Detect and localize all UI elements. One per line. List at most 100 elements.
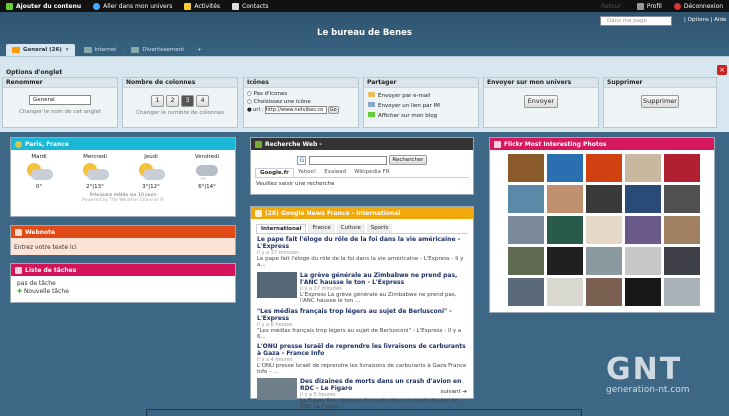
- google-news-widget: (28) Google News France - International …: [250, 206, 474, 410]
- tab-internet[interactable]: Internet: [77, 44, 123, 56]
- universe-link[interactable]: Aller dans mon univers: [93, 2, 172, 10]
- news-item[interactable]: L'ONU presse Israël de reprendre les liv…: [257, 343, 467, 375]
- tab-international[interactable]: International: [256, 224, 307, 233]
- engine-tab-exalead[interactable]: Exalead: [320, 168, 350, 177]
- google-news-header[interactable]: (28) Google News France - International: [251, 207, 473, 219]
- news-list: Le pape fait l'éloge du rôle de la foi d…: [251, 236, 473, 410]
- news-item[interactable]: La grève générale au Zimbabwe ne prend p…: [257, 272, 467, 304]
- share-email-link[interactable]: Envoyer par e-mail: [368, 91, 478, 101]
- no-icon-radio[interactable]: ○ Pas d'icones: [247, 90, 358, 98]
- share-box: Partager Envoyer par e-mail Envoyer un l…: [363, 77, 479, 128]
- delete-button[interactable]: Supprimer: [641, 95, 679, 108]
- news-item[interactable]: "Les médias français trop légers au suje…: [257, 308, 467, 340]
- back-link[interactable]: Retour: [601, 3, 621, 10]
- news-item[interactable]: Le pape fait l'éloge du rôle de la foi d…: [257, 236, 467, 268]
- contacts-icon: [232, 2, 240, 10]
- go-button[interactable]: Go: [327, 106, 339, 114]
- tab-name-input[interactable]: General: [29, 95, 91, 105]
- add-tab-button[interactable]: +: [193, 44, 206, 56]
- search-icon: [255, 140, 262, 148]
- next-link[interactable]: suivant ➔: [440, 389, 467, 395]
- news-item[interactable]: Des dizaines de morts dans un crash d'av…: [257, 378, 467, 410]
- contacts-link[interactable]: Contacts: [232, 2, 269, 10]
- columns-2-button[interactable]: 2: [166, 95, 179, 107]
- photo-thumbnail[interactable]: [507, 277, 545, 307]
- columns-1-button[interactable]: 1: [151, 95, 164, 107]
- profile-link[interactable]: Profil: [636, 2, 662, 10]
- send-button[interactable]: Envoyer: [524, 95, 558, 108]
- photo-thumbnail[interactable]: [507, 184, 545, 214]
- photo-thumbnail[interactable]: [624, 246, 662, 276]
- engine-tab-wikipedia[interactable]: Wikipedia FR: [350, 168, 394, 177]
- photo-thumbnail[interactable]: [507, 153, 545, 183]
- search-button[interactable]: Rechercher: [389, 155, 427, 165]
- photo-thumbnail[interactable]: [663, 153, 701, 183]
- web-search-header[interactable]: Recherche Web -: [251, 138, 473, 150]
- tasks-header[interactable]: Liste de tâches: [11, 264, 235, 276]
- tab-sports[interactable]: Sports: [366, 224, 393, 233]
- tab-general[interactable]: General (26) ▾: [6, 44, 75, 56]
- photo-thumbnail[interactable]: [663, 215, 701, 245]
- photo-thumbnail[interactable]: [546, 184, 584, 214]
- plus-icon: ✚: [17, 288, 24, 295]
- flickr-header[interactable]: Flickr Most Interesting Photos: [490, 138, 714, 150]
- photo-thumbnail[interactable]: [624, 215, 662, 245]
- photo-thumbnail[interactable]: [546, 153, 584, 183]
- photo-thumbnail[interactable]: [507, 246, 545, 276]
- photo-thumbnail[interactable]: [585, 246, 623, 276]
- columns-4-button[interactable]: 4: [196, 95, 209, 107]
- activity-icon: [184, 2, 192, 10]
- chevron-down-icon[interactable]: ▾: [66, 47, 69, 53]
- rename-hint: Changer le nom de cet onglet: [18, 109, 102, 115]
- choose-icon-radio[interactable]: ○ Choisissez une icône: [247, 98, 358, 106]
- photo-thumbnail[interactable]: [507, 215, 545, 245]
- watermark-logo: GNT: [606, 352, 683, 387]
- photo-thumbnail[interactable]: [624, 153, 662, 183]
- google-icon: G: [297, 155, 307, 165]
- web-search-widget: Recherche Web - G Rechercher Google.fr Y…: [250, 137, 474, 195]
- close-icon[interactable]: ×: [717, 65, 727, 75]
- tab-icon: [131, 47, 140, 53]
- photo-thumbnail[interactable]: [663, 277, 701, 307]
- add-content-button[interactable]: Ajouter du contenu: [6, 2, 81, 10]
- options-help-links[interactable]: | Options | Aide: [684, 17, 726, 23]
- tab-culture[interactable]: Culture: [336, 224, 365, 233]
- engine-tab-yahoo[interactable]: Yahoo!: [294, 168, 320, 177]
- photo-thumbnail[interactable]: [546, 246, 584, 276]
- share-blog-link[interactable]: Afficher sur mon blog: [368, 111, 478, 121]
- url-icon-radio[interactable]: ● url : http://www.netvibes.co Go: [247, 106, 358, 114]
- photo-thumbnail[interactable]: [585, 184, 623, 214]
- logout-link[interactable]: Déconnexion: [673, 2, 723, 10]
- activities-link[interactable]: Activités: [184, 2, 220, 10]
- photo-thumbnail[interactable]: [546, 277, 584, 307]
- weather-day: Jeudi 3°|12°: [128, 154, 174, 190]
- webnote-header[interactable]: Webnote: [11, 226, 235, 238]
- new-task-link[interactable]: ✚ Nouvelle tâche: [11, 288, 235, 295]
- flickr-icon: [494, 140, 501, 148]
- photo-thumbnail[interactable]: [624, 277, 662, 307]
- photo-thumbnail[interactable]: [546, 215, 584, 245]
- chat-icon: [368, 102, 375, 107]
- tab-france[interactable]: France: [308, 224, 335, 233]
- webnote-textarea[interactable]: Entrez votre texte ici: [11, 238, 235, 255]
- engine-tab-google[interactable]: Google.fr: [255, 168, 294, 177]
- weather-header[interactable]: Paris, France: [11, 138, 235, 150]
- weather-day: Vendredi ''' 6°|14°: [194, 154, 220, 190]
- photo-thumbnail[interactable]: [624, 184, 662, 214]
- share-im-link[interactable]: Envoyer un lien par IM: [368, 101, 478, 111]
- partly-cloudy-icon: [137, 163, 165, 181]
- sun-icon: [15, 140, 22, 148]
- page-search-input[interactable]: Dans ma page: [600, 16, 672, 26]
- partly-cloudy-icon: [81, 163, 109, 181]
- user-icon: [636, 2, 644, 10]
- news-thumbnail: [257, 272, 297, 298]
- search-input[interactable]: [309, 155, 388, 165]
- tab-divertissement[interactable]: Divertissement: [125, 44, 191, 56]
- photo-thumbnail[interactable]: [663, 246, 701, 276]
- photo-thumbnail[interactable]: [663, 184, 701, 214]
- columns-3-button[interactable]: 3: [181, 95, 194, 107]
- photo-thumbnail[interactable]: [585, 277, 623, 307]
- icon-url-input[interactable]: http://www.netvibes.co: [264, 106, 327, 114]
- photo-thumbnail[interactable]: [585, 215, 623, 245]
- photo-thumbnail[interactable]: [585, 153, 623, 183]
